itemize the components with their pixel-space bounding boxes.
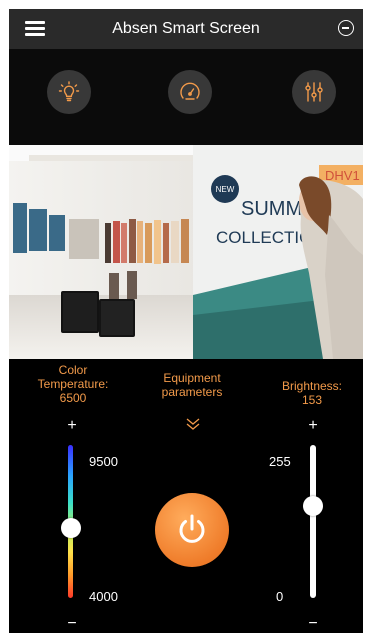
store-display-image: NEW SUMMER COLLECTION DHV1: [9, 145, 363, 359]
new-badge: NEW: [216, 185, 235, 194]
tab-adjustments[interactable]: [292, 70, 336, 114]
page-title: Absen Smart Screen: [112, 20, 260, 37]
equipment-parameters-label[interactable]: Equipment parameters: [147, 371, 237, 399]
app-header: Absen Smart Screen: [9, 9, 363, 49]
color-temperature-label: Color Temperature: 6500: [23, 363, 123, 405]
control-panel: Color Temperature: 6500 Equipment parame…: [9, 359, 363, 633]
power-icon: [179, 514, 205, 543]
tab-performance[interactable]: [168, 70, 212, 114]
color-temperature-max: 9500: [89, 454, 118, 469]
power-button[interactable]: [155, 493, 229, 567]
chevron-down-icon[interactable]: [185, 417, 201, 431]
color-temperature-minus-button[interactable]: −: [62, 615, 82, 633]
sliders-icon: [305, 82, 323, 102]
brightness-slider-thumb[interactable]: [303, 496, 323, 517]
lightbulb-icon: [58, 81, 80, 102]
store-sign: DHV1: [325, 168, 360, 183]
color-temperature-min: 4000: [89, 589, 118, 604]
mode-tabs: [9, 49, 363, 145]
brightness-value: 153: [301, 393, 323, 407]
brightness-max: 255: [269, 454, 291, 469]
minus-circle-icon[interactable]: [338, 20, 354, 36]
brightness-label: Brightness: 153: [265, 379, 359, 407]
brightness-slider[interactable]: [310, 445, 316, 598]
tab-lighting[interactable]: [47, 70, 91, 114]
color-temperature-plus-button[interactable]: +: [62, 417, 82, 435]
color-temperature-slider-thumb[interactable]: [61, 517, 81, 538]
brightness-plus-button[interactable]: +: [303, 417, 323, 435]
brightness-min: 0: [276, 589, 284, 604]
brightness-minus-button[interactable]: −: [303, 615, 323, 633]
preview-banner: NEW SUMMER COLLECTION DHV1: [9, 145, 363, 359]
speedometer-icon: [180, 82, 200, 100]
color-temperature-value: 6500: [59, 391, 87, 405]
app-screen: Absen Smart Screen NEW SUMMER COLLECTION…: [9, 9, 363, 633]
